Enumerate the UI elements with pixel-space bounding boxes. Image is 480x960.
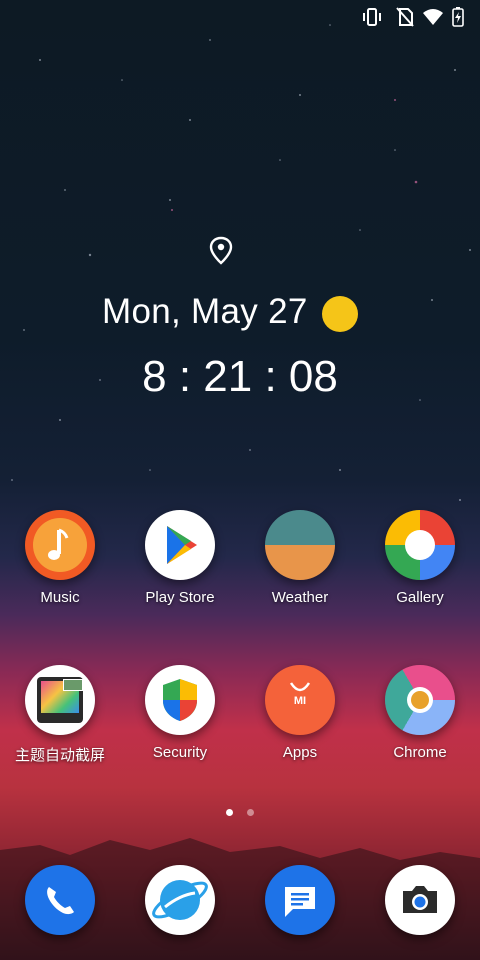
app-label: Gallery [396, 589, 444, 606]
page-dot-active[interactable] [225, 809, 233, 816]
mi-logo-text: MI [293, 695, 307, 707]
music-icon [25, 510, 95, 580]
weather-icon [265, 510, 335, 580]
app-label: Weather [271, 589, 329, 606]
widget-time[interactable]: 8 : 21 : 08 [0, 352, 480, 402]
app-label: Chrome [393, 744, 447, 761]
play-store-icon [145, 510, 215, 580]
page-indicator [0, 803, 480, 821]
app-label: Security [152, 744, 208, 761]
wifi-icon [423, 9, 443, 25]
app-screenshot-theme[interactable]: 主题自动截屏 [0, 665, 120, 765]
app-play-store[interactable]: Play Store [120, 510, 240, 606]
chrome-icon [385, 665, 455, 735]
app-security[interactable]: Security [120, 665, 240, 761]
browser-planet-icon[interactable] [145, 865, 215, 935]
app-label: 主题自动截屏 [14, 747, 105, 764]
app-weather[interactable]: Weather [240, 510, 360, 606]
app-gallery[interactable]: Gallery [360, 510, 480, 606]
location-pin-icon[interactable] [208, 236, 234, 266]
page-dot-inactive[interactable] [247, 809, 255, 816]
security-shield-icon [145, 665, 215, 735]
battery-charging-icon [452, 7, 464, 27]
app-chrome[interactable]: Chrome [360, 665, 480, 761]
app-label: Music [40, 589, 80, 606]
screenshot-theme-icon [25, 665, 95, 735]
camera-icon[interactable] [385, 865, 455, 935]
widget-date[interactable]: Mon, May 27 [102, 292, 308, 332]
gallery-icon [385, 510, 455, 580]
app-label: Apps [282, 744, 318, 761]
phone-icon[interactable] [25, 865, 95, 935]
app-label: Play Store [145, 589, 215, 606]
app-music[interactable]: Music [0, 510, 120, 606]
status-bar [0, 0, 480, 34]
mi-apps-icon: MI [265, 665, 335, 735]
no-sim-icon [396, 7, 414, 27]
messages-icon[interactable] [265, 865, 335, 935]
app-mi-apps[interactable]: MI Apps [240, 665, 360, 761]
vibrate-icon [363, 8, 381, 26]
sun-icon[interactable] [322, 296, 358, 332]
